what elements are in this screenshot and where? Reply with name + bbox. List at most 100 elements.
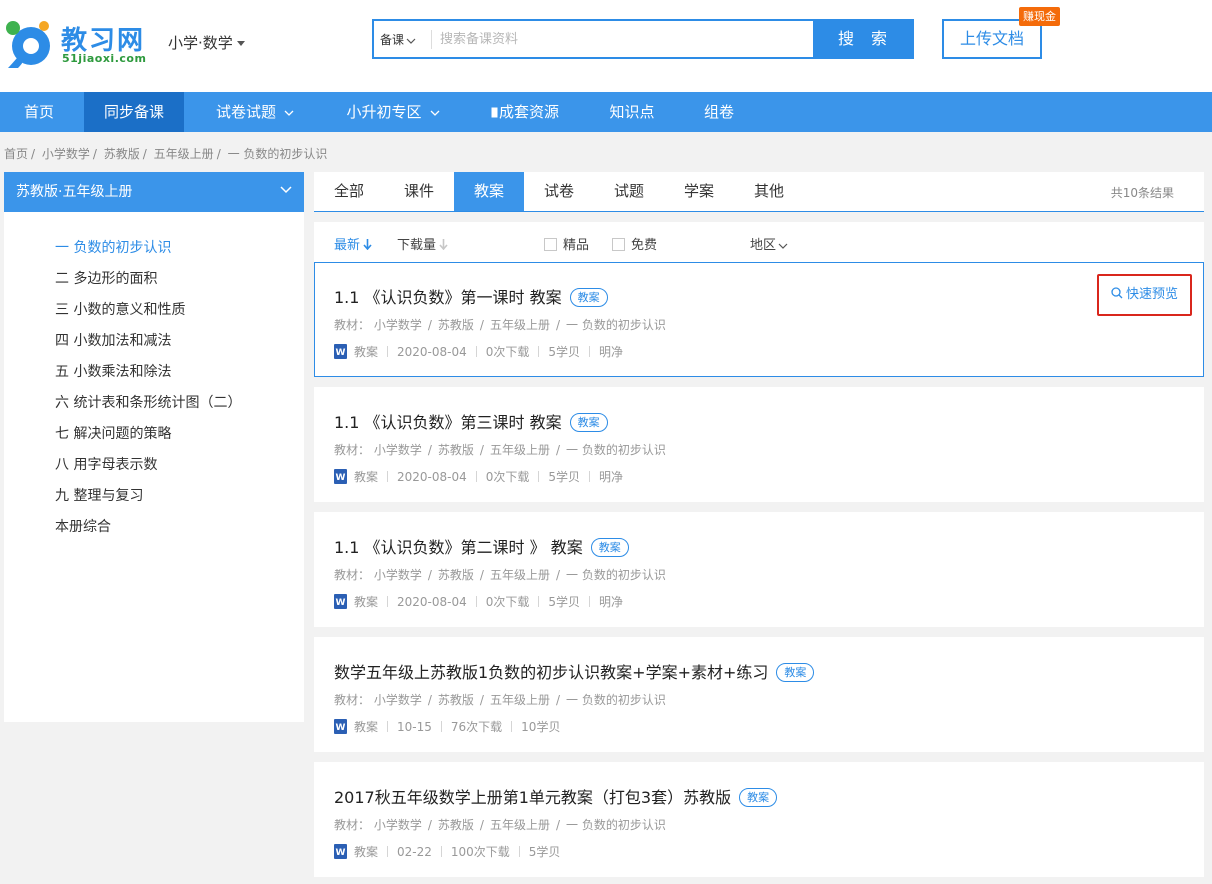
chapter-item[interactable]: 九 整理与复习 — [4, 481, 304, 512]
result-card[interactable]: 1.1 《认识负数》第二课时 》 教案 教案 教材： 小学数学 / 苏教版 / 五年级上册… — [314, 512, 1204, 627]
breadcrumb-item[interactable]: 小学数学 — [42, 147, 90, 161]
premium-label: 精品 — [563, 238, 590, 253]
result-meta: W 教案 2020-08-04 0次下载 5学贝 明净 — [334, 468, 623, 485]
meta-type: 教案 — [354, 595, 379, 609]
chapter-item[interactable]: 三 小数的意义和性质 — [4, 295, 304, 326]
result-card[interactable]: 1.1 《认识负数》第三课时 教案 教案 教材： 小学数学 / 苏教版 / 五年级上册 / 一… — [314, 387, 1204, 502]
tab-study-plan[interactable]: 学案 — [664, 172, 734, 211]
chapter-item[interactable]: 六 统计表和条形统计图（二） — [4, 388, 304, 419]
tab-other[interactable]: 其他 — [734, 172, 804, 211]
svg-text:W: W — [336, 848, 346, 858]
site-logo[interactable]: 教习网 51jiaoxi.com — [4, 16, 154, 68]
path-separator: / — [555, 318, 561, 332]
path-item: 小学数学 — [373, 443, 422, 457]
word-doc-icon: W — [334, 844, 347, 859]
path-item: 五年级上册 — [489, 818, 550, 832]
result-card[interactable]: 2017秋五年级数学上册第1单元教案（打包3套）苏教版 教案 教材： 小学数学 / 苏… — [314, 762, 1204, 877]
path-label: 教材： — [334, 443, 371, 457]
chapter-item[interactable]: 二 多边形的面积 — [4, 264, 304, 295]
premium-checkbox[interactable]: 精品 — [544, 234, 589, 253]
result-card[interactable]: 1.1 《认识负数》第一课时 教案 教案 教材： 小学数学 / 苏教版 / 五年级上册 / 一… — [314, 262, 1204, 377]
nav-item-label: 成套资源 — [498, 103, 559, 121]
path-separator: / — [427, 693, 432, 707]
textbook-path: 教材： 小学数学 / 苏教版 / 五年级上册 / 一 负数的初步认识 — [334, 316, 666, 333]
path-item: 五年级上册 — [489, 568, 550, 582]
path-item: 小学数学 — [373, 818, 422, 832]
checkbox-box — [612, 238, 625, 251]
sort-downloads-button[interactable]: 下载量 — [397, 234, 448, 253]
result-title[interactable]: 1.1 《认识负数》第二课时 》 教案 — [334, 538, 583, 557]
chapter-item[interactable]: 七 解决问题的策略 — [4, 419, 304, 450]
meta-divider — [589, 346, 591, 357]
chapter-item[interactable]: 五 小数乘法和除法 — [4, 357, 304, 388]
result-meta: W 教案 02-22 100次下载 5学贝 — [334, 843, 560, 860]
nav-item-label: 试卷试题 — [215, 103, 276, 121]
meta-divider — [387, 346, 389, 357]
nav-item-exams[interactable]: 试卷试题 — [200, 92, 310, 132]
chapter-item[interactable]: 一 负数的初步认识 — [4, 233, 304, 264]
result-card[interactable]: 数学五年级上苏教版1负数的初步认识教案+学案+素材+练习 教案 教材： 小学数学 /… — [314, 637, 1204, 752]
path-separator: / — [427, 443, 432, 457]
tab-questions[interactable]: 试题 — [594, 172, 664, 211]
nav-item-sync-prep[interactable]: 同步备课 — [84, 92, 184, 132]
path-separator: / — [427, 568, 432, 582]
nav-item-middle-school[interactable]: 小升初专区 — [330, 92, 456, 132]
grade-selector[interactable]: 小学·数学 — [168, 32, 245, 53]
meta-divider — [518, 846, 520, 857]
word-doc-icon: W — [334, 719, 347, 734]
nav-item-home[interactable]: 首页 — [0, 92, 78, 132]
breadcrumb-item[interactable]: 首页 — [4, 147, 28, 161]
result-title-row: 1.1 《认识负数》第一课时 教案 教案 — [334, 284, 608, 308]
path-separator: / — [427, 318, 432, 332]
search-input[interactable] — [440, 27, 810, 51]
chapter-list: 一 负数的初步认识 二 多边形的面积 三 小数的意义和性质 四 小数加法和减法 … — [4, 212, 304, 543]
result-title[interactable]: 1.1 《认识负数》第三课时 教案 — [334, 413, 562, 432]
tab-all[interactable]: 全部 — [314, 172, 384, 211]
path-item: 一 负数的初步认识 — [566, 318, 666, 332]
tab-lesson-plan[interactable]: 教案 — [454, 172, 524, 211]
result-title[interactable]: 2017秋五年级数学上册第1单元教案（打包3套）苏教版 — [334, 788, 731, 807]
path-separator: / — [427, 818, 432, 832]
caret-down-icon — [236, 41, 245, 46]
nav-item-label: 知识点 — [609, 103, 655, 121]
meta-author: 明净 — [599, 595, 624, 609]
meta-divider — [440, 846, 442, 857]
path-separator: / — [555, 693, 561, 707]
sort-latest-label: 最新 — [334, 238, 361, 253]
chevron-down-icon — [406, 38, 416, 44]
search-category-dropdown[interactable]: 备课 — [380, 31, 416, 48]
breadcrumb-item[interactable]: 五年级上册 — [154, 147, 214, 161]
nav-item-resource-sets[interactable]: 成套资源 — [478, 92, 572, 132]
tab-courseware[interactable]: 课件 — [384, 172, 454, 211]
tab-test-paper[interactable]: 试卷 — [524, 172, 594, 211]
chapter-item[interactable]: 四 小数加法和减法 — [4, 326, 304, 357]
meta-date: 2020-08-04 — [397, 595, 467, 609]
quick-preview-button[interactable]: 快速预览 — [1097, 274, 1192, 316]
free-checkbox[interactable]: 免费 — [612, 234, 657, 253]
meta-downloads: 76次下载 — [450, 720, 503, 734]
result-title[interactable]: 数学五年级上苏教版1负数的初步认识教案+学案+素材+练习 — [334, 663, 768, 682]
result-title[interactable]: 1.1 《认识负数》第一课时 教案 — [334, 288, 562, 307]
nav-item-compose-paper[interactable]: 组卷 — [690, 92, 748, 132]
path-separator: / — [555, 443, 561, 457]
search-button[interactable]: 搜 索 — [813, 19, 914, 59]
chapter-item[interactable]: 八 用字母表示数 — [4, 450, 304, 481]
result-title-row: 数学五年级上苏教版1负数的初步认识教案+学案+素材+练习 教案 — [334, 659, 815, 683]
path-label: 教材： — [334, 818, 371, 832]
region-dropdown[interactable]: 地区 — [750, 234, 788, 253]
path-item: 苏教版 — [437, 693, 474, 707]
doc-type-tag: 教案 — [569, 413, 608, 432]
sort-latest-button[interactable]: 最新 — [334, 234, 372, 253]
path-item: 苏教版 — [437, 443, 474, 457]
textbook-selector-label: 苏教版·五年级上册 — [16, 184, 133, 200]
meta-divider — [387, 721, 389, 732]
svg-text:W: W — [336, 473, 346, 483]
breadcrumb-item[interactable]: 一 负数的初步认识 — [228, 147, 328, 161]
chapter-item[interactable]: 本册综合 — [4, 512, 304, 543]
nav-item-knowledge-points[interactable]: 知识点 — [596, 92, 668, 132]
textbook-selector[interactable]: 苏教版·五年级上册 — [4, 172, 304, 212]
meta-divider — [475, 596, 477, 607]
earn-cash-badge: 赚现金 — [1019, 7, 1060, 26]
breadcrumb-separator: / — [142, 147, 147, 161]
breadcrumb-item[interactable]: 苏教版 — [104, 147, 140, 161]
